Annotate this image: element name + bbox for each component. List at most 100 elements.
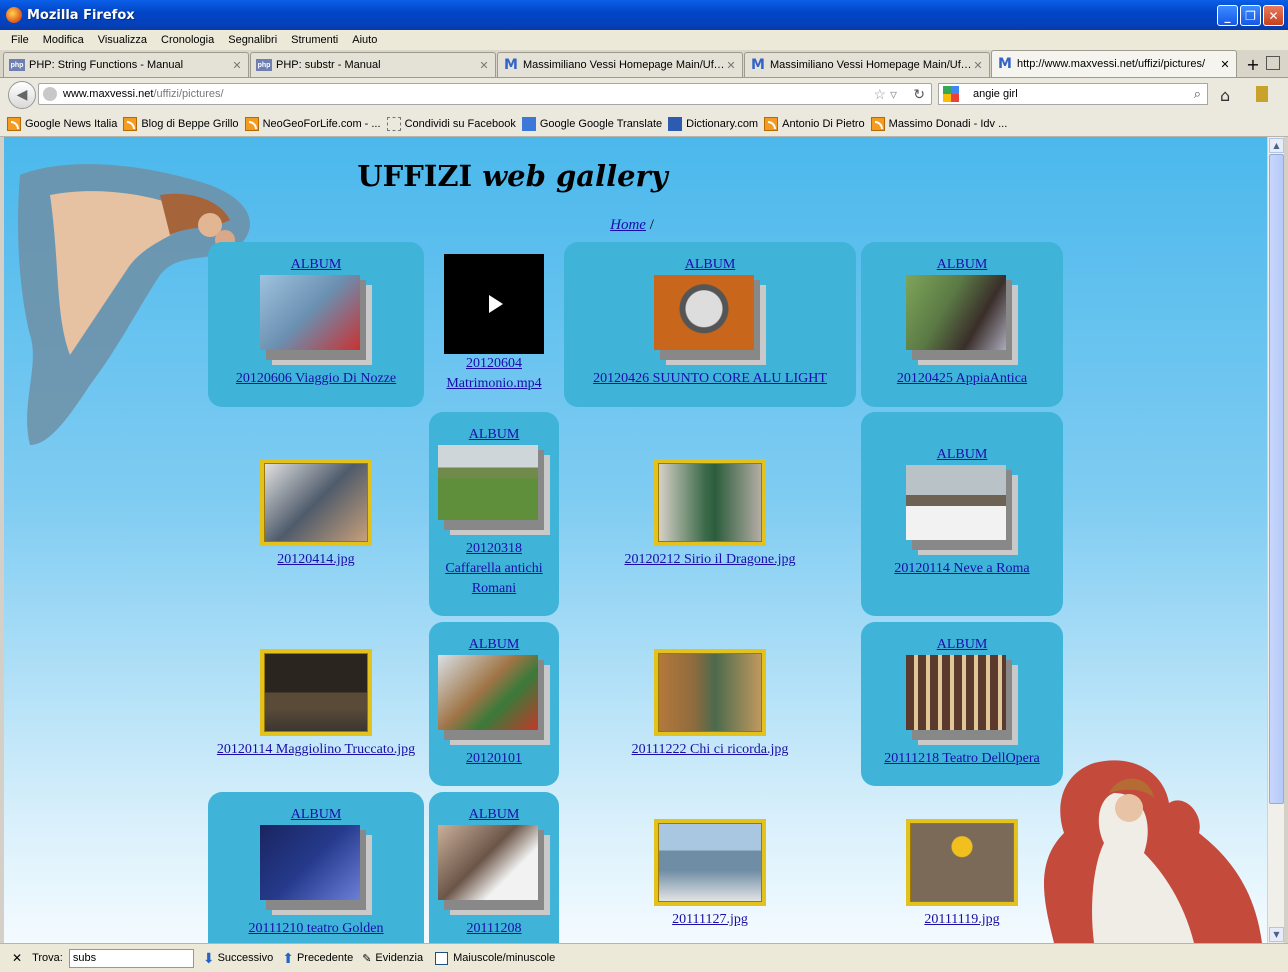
gallery-album[interactable]: ALBUM 20111210 teatro Golden	[208, 792, 424, 943]
gallery-image[interactable]: 20111222 Chi ci ricorda.jpg	[564, 649, 856, 760]
album-link[interactable]: ALBUM	[564, 257, 856, 273]
find-close-icon[interactable]: ✕	[12, 951, 22, 965]
url-bar[interactable]: www.maxvessi.net/uffizi/pictures/ ☆ ▿ ↻	[38, 83, 932, 105]
album-link[interactable]: ALBUM	[208, 807, 424, 823]
image-caption-link[interactable]: 20120212 Sirio il Dragone.jpg	[564, 550, 856, 570]
tab-close-icon[interactable]: ✕	[725, 59, 737, 72]
album-caption-link[interactable]: 20120114 Neve a Roma	[861, 559, 1063, 579]
album-thumbnail[interactable]	[438, 655, 550, 745]
image-caption-link[interactable]: 20111119.jpg	[861, 910, 1063, 930]
bookmark-neogeo[interactable]: NeoGeoForLife.com - ...	[244, 117, 381, 131]
gallery-album[interactable]: ALBUM 20120606 Viaggio Di Nozze	[208, 242, 424, 407]
new-tab-icon[interactable]: +	[1241, 52, 1265, 77]
gallery-album[interactable]: ALBUM 20120425 AppiaAntica	[861, 242, 1063, 407]
album-caption-link[interactable]: 20111218 Teatro DellOpera	[861, 749, 1063, 769]
album-caption-link[interactable]: 20111208	[429, 919, 559, 939]
album-link[interactable]: ALBUM	[861, 637, 1063, 653]
gallery-image[interactable]: 20120114 Maggiolino Truccato.jpg	[208, 649, 424, 760]
bookmarks-icon[interactable]	[1256, 86, 1268, 102]
tab-close-icon[interactable]: ✕	[1219, 58, 1231, 71]
bookmark-facebook-share[interactable]: Condividi su Facebook	[386, 117, 516, 131]
album-caption-link[interactable]: 20120425 AppiaAntica	[861, 369, 1063, 389]
image-thumbnail[interactable]	[260, 649, 372, 736]
album-thumbnail[interactable]	[260, 825, 372, 915]
tab-uffizi-pictures[interactable]: M http://www.maxvessi.net/uffizi/picture…	[991, 50, 1237, 77]
image-thumbnail[interactable]	[906, 819, 1018, 906]
page-scrollbar[interactable]: ▲ ▼	[1267, 137, 1284, 943]
album-caption-link[interactable]: 20120606 Viaggio Di Nozze	[208, 369, 424, 389]
menu-aiuto[interactable]: Aiuto	[345, 34, 384, 46]
gallery-image[interactable]: 20120212 Sirio il Dragone.jpg	[564, 459, 856, 570]
tab-close-icon[interactable]: ✕	[972, 59, 984, 72]
menu-visualizza[interactable]: Visualizza	[91, 34, 154, 46]
video-thumbnail[interactable]	[444, 254, 544, 354]
image-thumbnail[interactable]	[654, 819, 766, 906]
bookmark-google-news[interactable]: Google News Italia	[7, 117, 117, 131]
bookmark-donadi[interactable]: Massimo Donadi - Idv ...	[870, 117, 1007, 131]
image-thumbnail[interactable]	[654, 649, 766, 736]
image-thumbnail[interactable]	[654, 459, 766, 546]
image-caption-link[interactable]: 20111127.jpg	[564, 910, 856, 930]
gallery-album[interactable]: ALBUM 20120101	[429, 622, 559, 786]
album-thumbnail[interactable]	[438, 825, 550, 915]
image-caption-link[interactable]: 20120414.jpg	[208, 550, 424, 570]
album-link[interactable]: ALBUM	[861, 447, 1063, 463]
album-link[interactable]: ALBUM	[429, 637, 559, 653]
tab-php-string-functions[interactable]: php PHP: String Functions - Manual ✕	[3, 52, 249, 77]
google-icon[interactable]	[943, 86, 959, 102]
scroll-thumb[interactable]	[1269, 154, 1284, 804]
gallery-video[interactable]: 20120604 Matrimonio.mp4	[429, 254, 559, 394]
close-icon[interactable]: ✕	[1263, 5, 1284, 26]
album-thumbnail[interactable]	[654, 275, 766, 365]
album-caption-link[interactable]: 20120318 Caffarella antichi Romani	[439, 539, 549, 599]
bookmark-star-icon[interactable]: ☆ ▿	[874, 86, 897, 103]
album-thumbnail[interactable]	[438, 445, 550, 535]
home-icon[interactable]: ⌂	[1220, 86, 1230, 105]
bookmark-dictionary[interactable]: Dictionary.com	[668, 117, 758, 131]
album-thumbnail[interactable]	[906, 655, 1018, 745]
album-link[interactable]: ALBUM	[429, 427, 559, 443]
menu-file[interactable]: File	[4, 34, 36, 46]
gallery-album[interactable]: ALBUM 20120426 SUUNTO CORE ALU LIGHT	[564, 242, 856, 407]
highlight-button[interactable]: ✎ Evidenzia	[362, 952, 423, 965]
gallery-image[interactable]: 20120414.jpg	[208, 459, 424, 570]
find-previous-button[interactable]: ⬆ Precedente	[282, 950, 353, 967]
match-case-checkbox[interactable]	[435, 951, 449, 965]
album-caption-link[interactable]: 20120101	[429, 749, 559, 769]
scroll-up-icon[interactable]: ▲	[1269, 138, 1284, 153]
tab-groups-icon[interactable]	[1266, 56, 1280, 70]
album-caption-link[interactable]: 20111210 teatro Golden	[208, 919, 424, 939]
gallery-album[interactable]: ALBUM 20120318 Caffarella antichi Romani	[429, 412, 559, 616]
album-thumbnail[interactable]	[906, 465, 1018, 555]
tab-vessi-homepage-1[interactable]: M Massimiliano Vessi Homepage Main/Uffiz…	[497, 52, 743, 77]
album-link[interactable]: ALBUM	[429, 807, 559, 823]
bookmark-di-pietro[interactable]: Antonio Di Pietro	[764, 117, 865, 131]
album-link[interactable]: ALBUM	[861, 257, 1063, 273]
bookmark-beppe-grillo[interactable]: Blog di Beppe Grillo	[123, 117, 239, 131]
maximize-icon[interactable]: ❐	[1240, 5, 1261, 26]
search-icon[interactable]: ⌕	[1194, 86, 1201, 102]
menu-segnalibri[interactable]: Segnalibri	[221, 34, 284, 46]
find-next-button[interactable]: ⬇ Successivo	[203, 950, 273, 967]
image-caption-link[interactable]: 20120114 Maggiolino Truccato.jpg	[208, 740, 424, 760]
menu-cronologia[interactable]: Cronologia	[154, 34, 221, 46]
album-caption-link[interactable]: 20120426 SUUNTO CORE ALU LIGHT	[564, 369, 856, 389]
bookmark-google-translate[interactable]: Google Google Translate	[521, 117, 662, 131]
reload-icon[interactable]: ↻	[913, 86, 925, 103]
tab-vessi-homepage-2[interactable]: M Massimiliano Vessi Homepage Main/Uffiz…	[744, 52, 990, 77]
gallery-album[interactable]: ALBUM 20111208	[429, 792, 559, 943]
tab-close-icon[interactable]: ✕	[231, 59, 243, 72]
menu-modifica[interactable]: Modifica	[36, 34, 91, 46]
gallery-image[interactable]: 20111119.jpg	[861, 819, 1063, 930]
tab-php-substr[interactable]: php PHP: substr - Manual ✕	[250, 52, 496, 77]
tab-close-icon[interactable]: ✕	[478, 59, 490, 72]
album-thumbnail[interactable]	[906, 275, 1018, 365]
minimize-icon[interactable]: _	[1217, 5, 1238, 26]
gallery-album[interactable]: ALBUM 20111218 Teatro DellOpera	[861, 622, 1063, 786]
scroll-down-icon[interactable]: ▼	[1269, 927, 1284, 942]
image-caption-link[interactable]: 20111222 Chi ci ricorda.jpg	[564, 740, 856, 760]
gallery-album[interactable]: ALBUM 20120114 Neve a Roma	[861, 412, 1063, 616]
breadcrumb-home-link[interactable]: Home	[610, 217, 646, 233]
image-thumbnail[interactable]	[260, 459, 372, 546]
menu-strumenti[interactable]: Strumenti	[284, 34, 345, 46]
